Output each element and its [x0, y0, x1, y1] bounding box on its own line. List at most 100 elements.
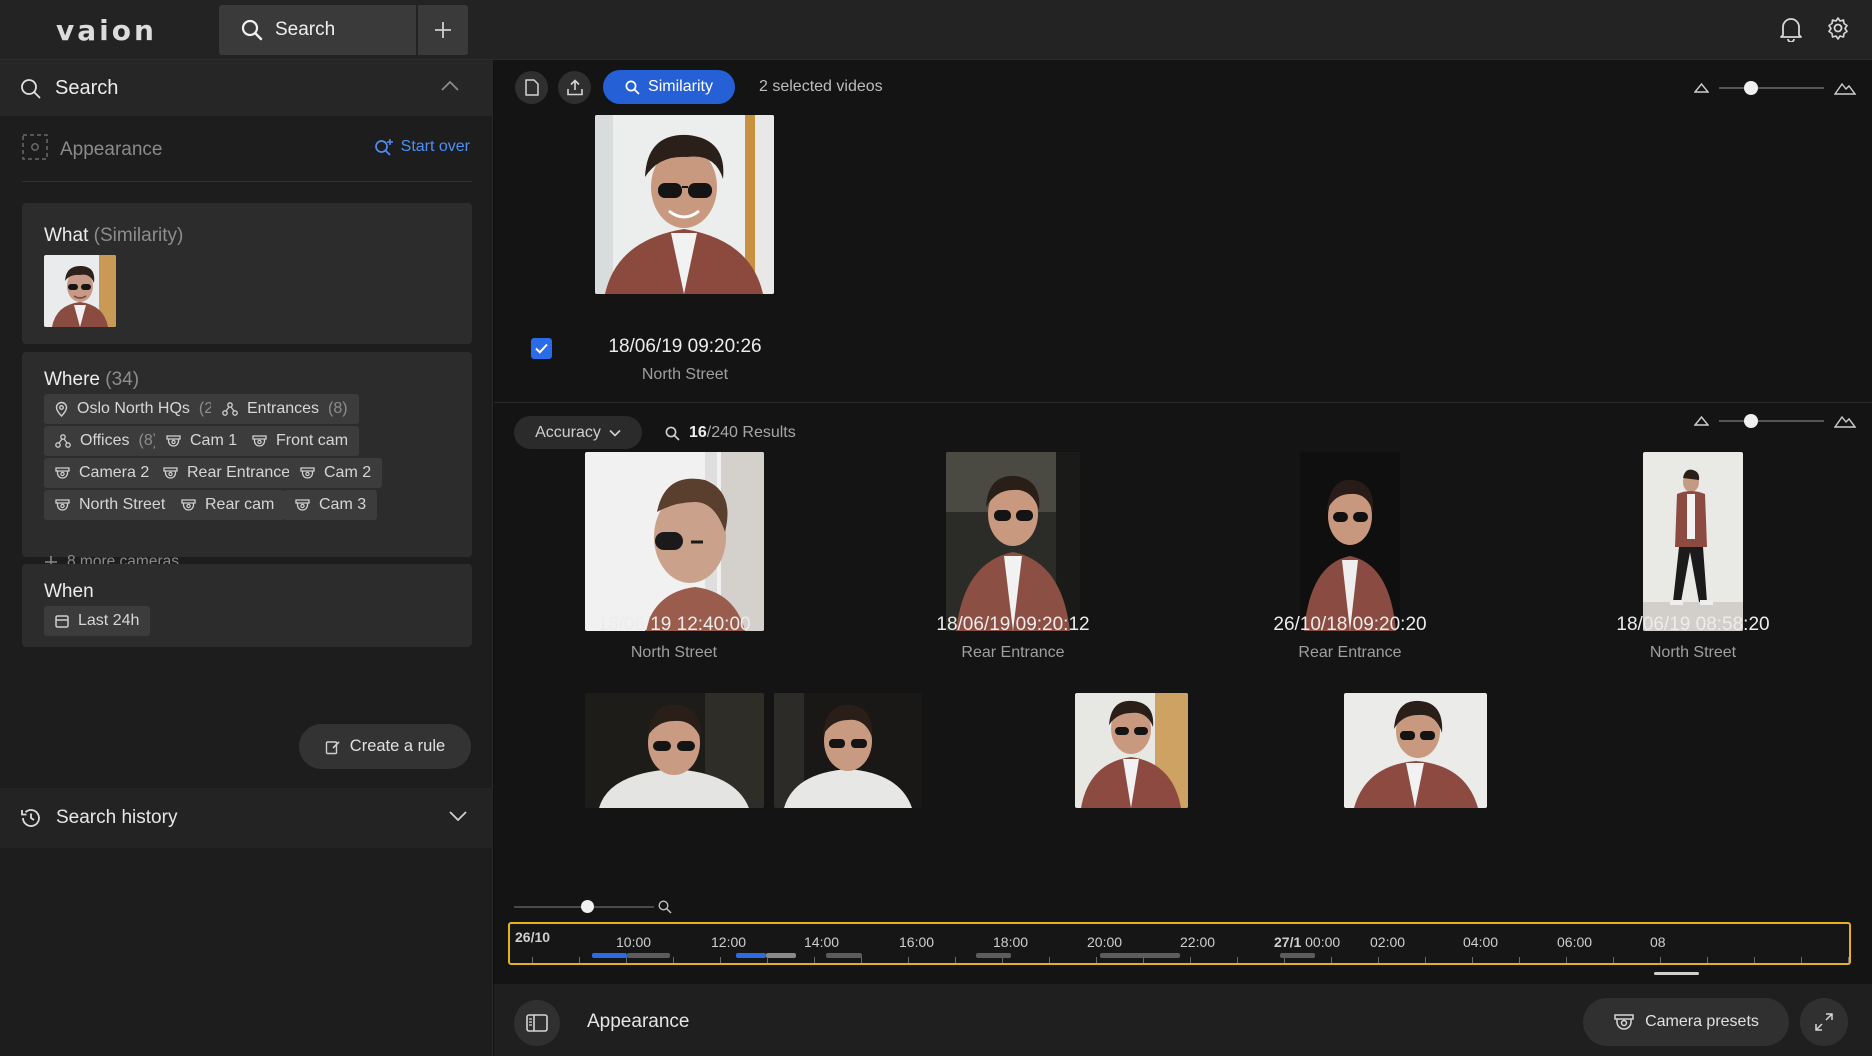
sort-dropdown[interactable]: Accuracy: [514, 416, 642, 449]
chevron-down-icon[interactable]: [449, 810, 467, 822]
when-chip[interactable]: Last 24h: [44, 606, 151, 636]
history-icon: [21, 809, 40, 827]
fullscreen-button[interactable]: [1800, 998, 1848, 1046]
selected-video-thumbnail[interactable]: [595, 115, 774, 294]
where-chip[interactable]: Entrances (8): [211, 394, 359, 424]
bottom-bar: Appearance Camera presets: [494, 984, 1872, 1056]
sort-label: Accuracy: [535, 423, 601, 441]
resize-handle[interactable]: [1654, 972, 1699, 975]
where-chip[interactable]: Front cam: [241, 426, 360, 456]
top-size-slider[interactable]: [1694, 80, 1856, 95]
timeline-event-bar[interactable]: [592, 953, 627, 958]
where-chip-label: Cam 1: [190, 432, 238, 449]
plus-icon: [435, 22, 451, 38]
location-pin-icon: [55, 401, 68, 417]
edit-note-icon: [325, 740, 340, 754]
results-size-knob[interactable]: [1743, 413, 1758, 428]
camera-icon: [166, 434, 181, 447]
camera-icon: [55, 498, 70, 511]
timeline-label: 16:00: [899, 934, 935, 950]
where-chip-label: Cam 2: [324, 464, 372, 481]
camera-presets-button[interactable]: Camera presets: [1583, 998, 1789, 1046]
chevron-down-icon: [609, 429, 621, 437]
where-chip[interactable]: Rear Entrance: [152, 458, 302, 488]
timeline-event-bar[interactable]: [736, 953, 766, 958]
where-chip-label: North Street: [79, 496, 166, 513]
timeline-tick: [532, 957, 533, 963]
timeline-event-bar[interactable]: [826, 953, 862, 958]
timeline-tick: [1848, 957, 1849, 963]
where-chip[interactable]: Rear cam: [170, 490, 286, 520]
what-title: What (Similarity): [44, 225, 183, 247]
result-thumbnail-7[interactable]: [1075, 693, 1188, 808]
result-thumbnail-6[interactable]: [774, 693, 922, 808]
where-chip[interactable]: Offices (8): [44, 426, 170, 456]
result-thumbnail-2[interactable]: [946, 452, 1080, 631]
timeline-tick: [579, 957, 580, 963]
checkmark-icon: [535, 343, 548, 354]
timeline-label: 04:00: [1463, 934, 1499, 950]
add-tab-button[interactable]: [418, 5, 468, 55]
vaion-logo[interactable]: vaion: [56, 14, 157, 47]
where-chip[interactable]: Cam 3: [284, 490, 378, 520]
timeline-event-bar[interactable]: [627, 953, 670, 958]
upload-button[interactable]: [558, 71, 591, 104]
settings-button[interactable]: [1826, 16, 1850, 40]
results-total: /240 Results: [706, 424, 796, 441]
where-title-text: Where: [44, 369, 100, 390]
timeline-label: 12:00: [711, 934, 747, 950]
create-rule-button[interactable]: Create a rule: [299, 724, 471, 769]
timeline-tick: [908, 957, 909, 963]
where-chip[interactable]: Camera 2: [44, 458, 161, 488]
top-size-track[interactable]: [1719, 80, 1824, 95]
timeline-event-bar[interactable]: [766, 953, 796, 958]
where-chip[interactable]: Cam 2: [289, 458, 383, 488]
what-reference-thumbnail[interactable]: [44, 255, 116, 327]
where-chip[interactable]: North Street: [44, 490, 177, 520]
document-button[interactable]: [515, 71, 548, 104]
result-thumbnail-4[interactable]: [1643, 452, 1743, 631]
timeline-event-bar[interactable]: [976, 953, 1011, 958]
results-size-track[interactable]: [1719, 413, 1824, 428]
result-location-3: Rear Entrance: [1298, 644, 1402, 661]
search-icon: [625, 80, 640, 95]
camera-icon: [181, 498, 196, 511]
toggle-sidebar-button[interactable]: [514, 1000, 560, 1046]
result-thumbnail-5[interactable]: [585, 693, 764, 808]
result-thumbnail-3[interactable]: [1300, 452, 1400, 631]
timeline-event-bar[interactable]: [1280, 953, 1315, 958]
where-chip-label: Front cam: [276, 432, 349, 449]
start-over-button[interactable]: Start over: [374, 138, 470, 156]
bottom-bar-title: Appearance: [587, 1011, 690, 1032]
result-thumbnail-8[interactable]: [1344, 693, 1487, 808]
top-search-tab[interactable]: Search: [219, 5, 416, 55]
expand-icon: [1815, 1013, 1833, 1031]
search-section-header[interactable]: Search: [0, 60, 493, 116]
search-history-header[interactable]: Search history: [0, 788, 493, 848]
top-size-knob[interactable]: [1743, 80, 1758, 95]
selected-video-checkbox[interactable]: [531, 338, 552, 359]
timeline-zoom-knob[interactable]: [581, 900, 594, 913]
search-sidebar: Search Appearance Start over What (Simil…: [0, 60, 493, 1056]
where-card: Where (34) Oslo North HQs (2) Entrances (8)…: [22, 352, 472, 570]
chevron-up-icon[interactable]: [441, 80, 459, 92]
timeline-event-bar[interactable]: [1100, 953, 1180, 958]
search-icon: [665, 426, 680, 441]
section-divider: [494, 402, 1872, 403]
search-icon: [241, 19, 263, 41]
notifications-button[interactable]: [1779, 16, 1803, 42]
group-icon: [55, 434, 71, 448]
timeline-day-marker: 27/1: [1274, 934, 1302, 950]
where-chip[interactable]: Oslo North HQs (2): [44, 394, 230, 424]
where-chip[interactable]: Cam 1: [155, 426, 249, 456]
zoom-search-icon[interactable]: [658, 900, 672, 914]
search-history-label: Search history: [56, 807, 178, 828]
timeline[interactable]: 26/10 10:00 12:00 14:00 16:00 18:00 20:00 22:0…: [508, 922, 1851, 965]
similarity-filter-pill[interactable]: Similarity: [603, 70, 735, 104]
result-thumbnail-1[interactable]: [585, 452, 764, 631]
results-size-slider[interactable]: [1694, 413, 1856, 428]
where-chip-label: Rear Entrance: [187, 464, 291, 481]
timeline-zoom-slider[interactable]: [514, 900, 654, 913]
selected-videos-count: 2 selected videos: [759, 78, 883, 95]
timeline-label: 27/1 00:00: [1274, 934, 1340, 950]
